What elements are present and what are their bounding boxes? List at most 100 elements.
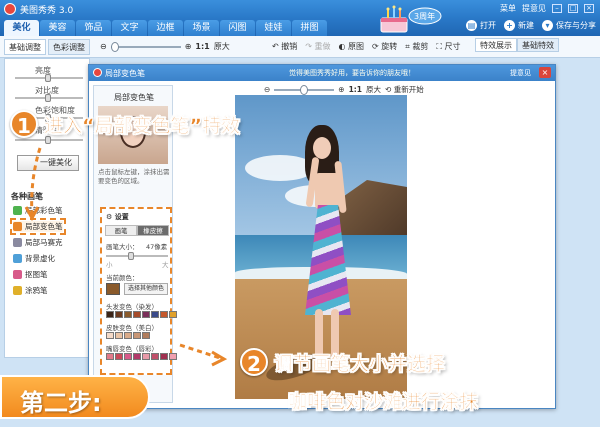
lip-color-swatch[interactable] <box>133 353 141 360</box>
lip-color-swatch[interactable] <box>115 353 123 360</box>
main-tab[interactable]: 文字 <box>112 20 147 36</box>
dialog-zoom-out-icon[interactable]: ⊖ <box>264 85 270 94</box>
crop-button[interactable]: ⌗ 裁剪 <box>405 41 428 52</box>
tab-color-adjust[interactable]: 色彩调整 <box>48 39 90 55</box>
tab-basic-adjust[interactable]: 基础调整 <box>4 39 46 55</box>
step2-line2: 咖啡色对沙滩进行涂抹 <box>288 391 479 413</box>
brush-item[interactable]: 涂鸦笔 <box>13 285 48 296</box>
current-color-swatch[interactable] <box>106 283 120 295</box>
skin-color-swatch[interactable] <box>133 332 141 339</box>
lip-color-swatch[interactable] <box>151 353 159 360</box>
brush-item-label: 局部彩色笔 <box>25 206 63 215</box>
blur-icon <box>13 254 22 263</box>
brush-item[interactable]: 局部彩色笔 <box>13 205 63 216</box>
brush-size-knob[interactable] <box>128 252 134 260</box>
redo-button[interactable]: ↷ 重做 <box>305 41 330 52</box>
skin-swatches <box>106 332 150 339</box>
original-size-label[interactable]: 原大 <box>214 41 230 52</box>
contrast-knob[interactable] <box>45 94 51 102</box>
open-button[interactable]: ▤ 打开 <box>466 20 496 31</box>
main-tab[interactable]: 闪图 <box>220 20 255 36</box>
main-tab[interactable]: 场景 <box>184 20 219 36</box>
brush-item[interactable]: 背景虚化 <box>13 253 55 264</box>
undo-button[interactable]: ↶ 撤销 <box>272 41 297 52</box>
tab-feature-showcase[interactable]: 特效展示 <box>475 38 517 52</box>
sharpness-slider[interactable] <box>15 136 83 144</box>
hair-color-swatch[interactable] <box>151 311 159 318</box>
step2-callout: 2 调节画笔大小并选择 <box>240 348 445 376</box>
main-zoom: ⊖ ⊕ 1:1 原大 <box>100 41 230 52</box>
skin-color-swatch[interactable] <box>124 332 132 339</box>
dialog-zoom-in-icon[interactable]: ⊕ <box>338 85 344 94</box>
main-tab[interactable]: 饰品 <box>76 20 111 36</box>
doodle-icon <box>13 286 22 295</box>
hair-color-swatch[interactable] <box>160 311 168 318</box>
feedback-link[interactable]: 提意见 <box>522 3 546 14</box>
skin-color-swatch[interactable] <box>115 332 123 339</box>
brush-item[interactable]: 局部马赛克 <box>13 237 63 248</box>
main-zoom-knob[interactable] <box>110 41 119 52</box>
menu-button[interactable]: 菜单 <box>500 3 516 14</box>
brush-mode-button[interactable]: 画笔 <box>105 225 137 236</box>
original-button[interactable]: ◐ 原图 <box>339 41 365 52</box>
hair-color-swatch[interactable] <box>124 311 132 318</box>
tab-basic-effects[interactable]: 基础特效 <box>517 38 559 52</box>
zoom-out-icon[interactable]: ⊖ <box>100 42 107 51</box>
dialog-zoom-knob[interactable] <box>300 84 309 95</box>
main-tab[interactable]: 边框 <box>148 20 183 36</box>
hair-color-swatch[interactable] <box>169 311 177 318</box>
lip-color-swatch[interactable] <box>106 353 114 360</box>
contrast-slider[interactable] <box>15 94 83 102</box>
brightness-slider[interactable] <box>15 74 83 82</box>
dialog-close-icon[interactable]: × <box>539 67 551 78</box>
main-zoom-slider[interactable] <box>110 41 181 52</box>
lip-color-swatch[interactable] <box>142 353 150 360</box>
save-share-button[interactable]: ▾ 保存与分享 <box>542 20 596 31</box>
main-tab[interactable]: 拼图 <box>292 20 327 36</box>
main-tab[interactable]: 娃娃 <box>256 20 291 36</box>
photo-person-torso <box>315 173 339 209</box>
brush-size-slider[interactable] <box>106 252 168 260</box>
main-tabs: 美化 美容 饰品 文字 边框 场景 闪图 娃娃 拼图 <box>4 20 327 36</box>
hair-color-swatch[interactable] <box>115 311 123 318</box>
photo-person-face <box>313 137 331 159</box>
eraser-mode-button[interactable]: 橡皮擦 <box>137 225 169 236</box>
lip-color-swatch[interactable] <box>169 353 177 360</box>
brightness-knob[interactable] <box>45 74 51 82</box>
dialog-zoom-slider[interactable] <box>274 84 335 95</box>
dialog-zoom-ratio[interactable]: 1:1 <box>349 85 362 94</box>
brush-item[interactable]: 局部变色笔 <box>10 218 66 235</box>
step-banner-text: 第二步: <box>20 389 102 417</box>
maximize-icon[interactable]: □ <box>568 4 578 13</box>
zoom-in-icon[interactable]: ⊕ <box>185 42 192 51</box>
restart-button[interactable]: ⟲ 重新开始 <box>385 84 424 95</box>
minimize-icon[interactable]: – <box>552 4 562 13</box>
pick-other-color-button[interactable]: 选择其他颜色 <box>124 283 168 295</box>
lip-color-swatch[interactable] <box>124 353 132 360</box>
brush-item[interactable]: 抠图笔 <box>13 269 48 280</box>
close-icon[interactable]: × <box>584 4 594 13</box>
main-tab[interactable]: 美化 <box>4 20 39 36</box>
dialog-ad-text[interactable]: 觉得美图秀秀好用，要告诉你的朋友哦！ <box>289 68 415 78</box>
skin-color-swatch[interactable] <box>106 332 114 339</box>
size-button[interactable]: ⛶ 尺寸 <box>436 41 460 52</box>
skin-color-swatch[interactable] <box>142 332 150 339</box>
dialog-feedback-link[interactable]: 提意见 <box>510 68 531 78</box>
zoom-ratio[interactable]: 1:1 <box>195 42 209 51</box>
plus-icon: + <box>504 20 515 31</box>
titlebar-right: 菜单 提意见 – □ × <box>500 3 594 14</box>
hair-color-swatch[interactable] <box>133 311 141 318</box>
rotate-button[interactable]: ⟳ 旋转 <box>372 41 397 52</box>
new-button[interactable]: + 新建 <box>504 20 534 31</box>
brush-item-label: 涂鸦笔 <box>25 286 48 295</box>
mode-toggle: 画笔 橡皮擦 <box>105 225 169 236</box>
anniversary-cake-icon: 3周年 <box>380 5 442 33</box>
cutout-icon <box>13 270 22 279</box>
hair-color-swatch[interactable] <box>106 311 114 318</box>
dialog-original-size[interactable]: 原大 <box>366 84 381 95</box>
main-tab[interactable]: 美容 <box>40 20 75 36</box>
lip-color-swatch[interactable] <box>160 353 168 360</box>
scale-min: 小 <box>106 261 113 269</box>
one-click-beautify-button[interactable]: 一键美化 <box>17 155 79 171</box>
hair-color-swatch[interactable] <box>142 311 150 318</box>
